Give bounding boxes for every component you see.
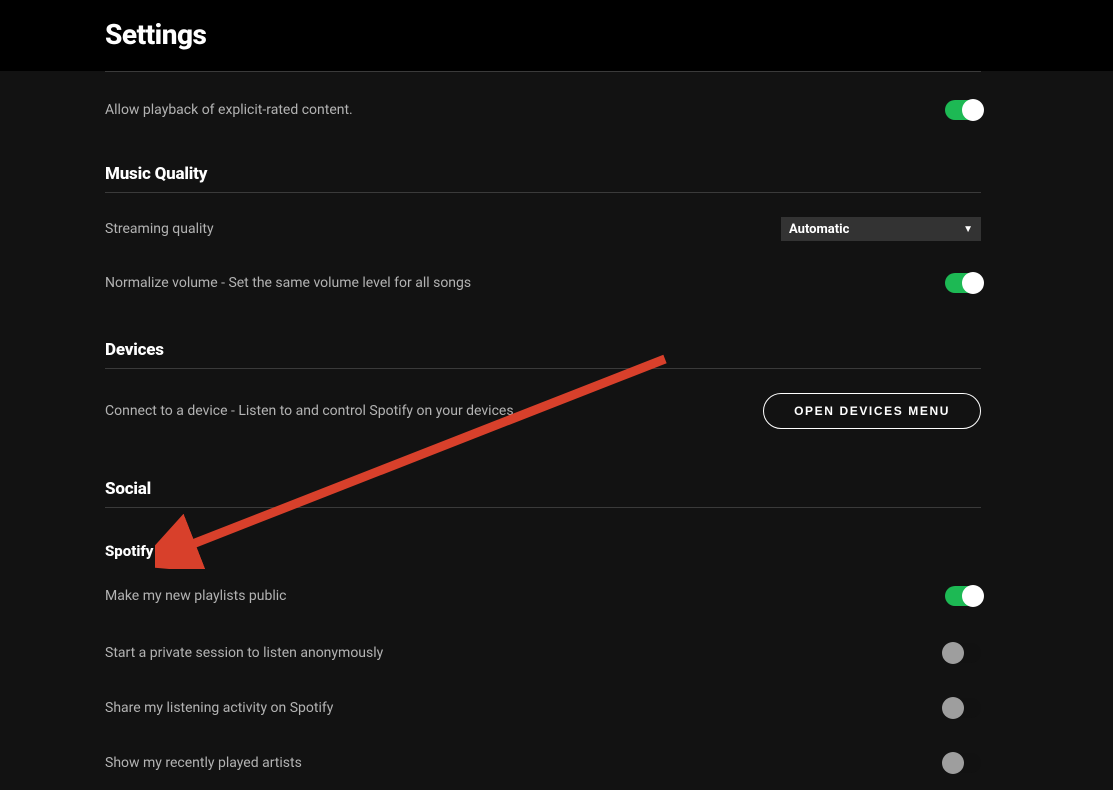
toggle-knob-icon — [962, 585, 984, 607]
normalize-volume-label: Normalize volume - Set the same volume l… — [105, 275, 471, 291]
connect-device-row: Connect to a device - Listen to and cont… — [105, 369, 981, 443]
playlists-public-label: Make my new playlists public — [105, 588, 287, 604]
private-session-label: Start a private session to listen anonym… — [105, 645, 383, 661]
toggle-knob-icon — [942, 752, 964, 774]
recent-artists-row: Show my recently played artists — [105, 735, 981, 790]
toggle-knob-icon — [942, 697, 964, 719]
normalize-volume-toggle[interactable] — [945, 273, 981, 293]
page-title: Settings — [105, 18, 1113, 51]
explicit-content-label: Allow playback of explicit-rated content… — [105, 102, 353, 118]
connect-device-label: Connect to a device - Listen to and cont… — [105, 403, 514, 419]
share-activity-toggle[interactable] — [945, 698, 981, 718]
explicit-content-toggle[interactable] — [945, 100, 981, 120]
streaming-quality-row: Streaming quality Automatic ▼ — [105, 193, 981, 255]
social-heading: Social — [105, 443, 981, 508]
private-session-toggle[interactable] — [945, 643, 981, 663]
streaming-quality-select[interactable]: Automatic ▼ — [781, 217, 981, 241]
settings-content: Allow playback of explicit-rated content… — [0, 71, 1113, 790]
caret-down-icon: ▼ — [963, 224, 973, 235]
toggle-knob-icon — [962, 99, 984, 121]
recent-artists-label: Show my recently played artists — [105, 755, 302, 771]
streaming-quality-value: Automatic — [789, 222, 849, 237]
streaming-quality-label: Streaming quality — [105, 221, 214, 237]
recent-artists-toggle[interactable] — [945, 753, 981, 773]
share-activity-row: Share my listening activity on Spotify — [105, 680, 981, 735]
toggle-knob-icon — [942, 642, 964, 664]
normalize-volume-row: Normalize volume - Set the same volume l… — [105, 255, 981, 310]
share-activity-label: Share my listening activity on Spotify — [105, 700, 333, 716]
playlists-public-row: Make my new playlists public — [105, 570, 981, 625]
open-devices-menu-button[interactable]: OPEN DEVICES MENU — [763, 393, 981, 429]
spotify-subheading: Spotify — [105, 508, 1008, 570]
devices-heading: Devices — [105, 310, 981, 369]
playlists-public-toggle[interactable] — [945, 586, 981, 606]
music-quality-heading: Music Quality — [105, 134, 981, 193]
header: Settings — [0, 0, 1113, 71]
private-session-row: Start a private session to listen anonym… — [105, 625, 981, 680]
toggle-knob-icon — [962, 272, 984, 294]
explicit-content-row: Allow playback of explicit-rated content… — [105, 72, 981, 134]
